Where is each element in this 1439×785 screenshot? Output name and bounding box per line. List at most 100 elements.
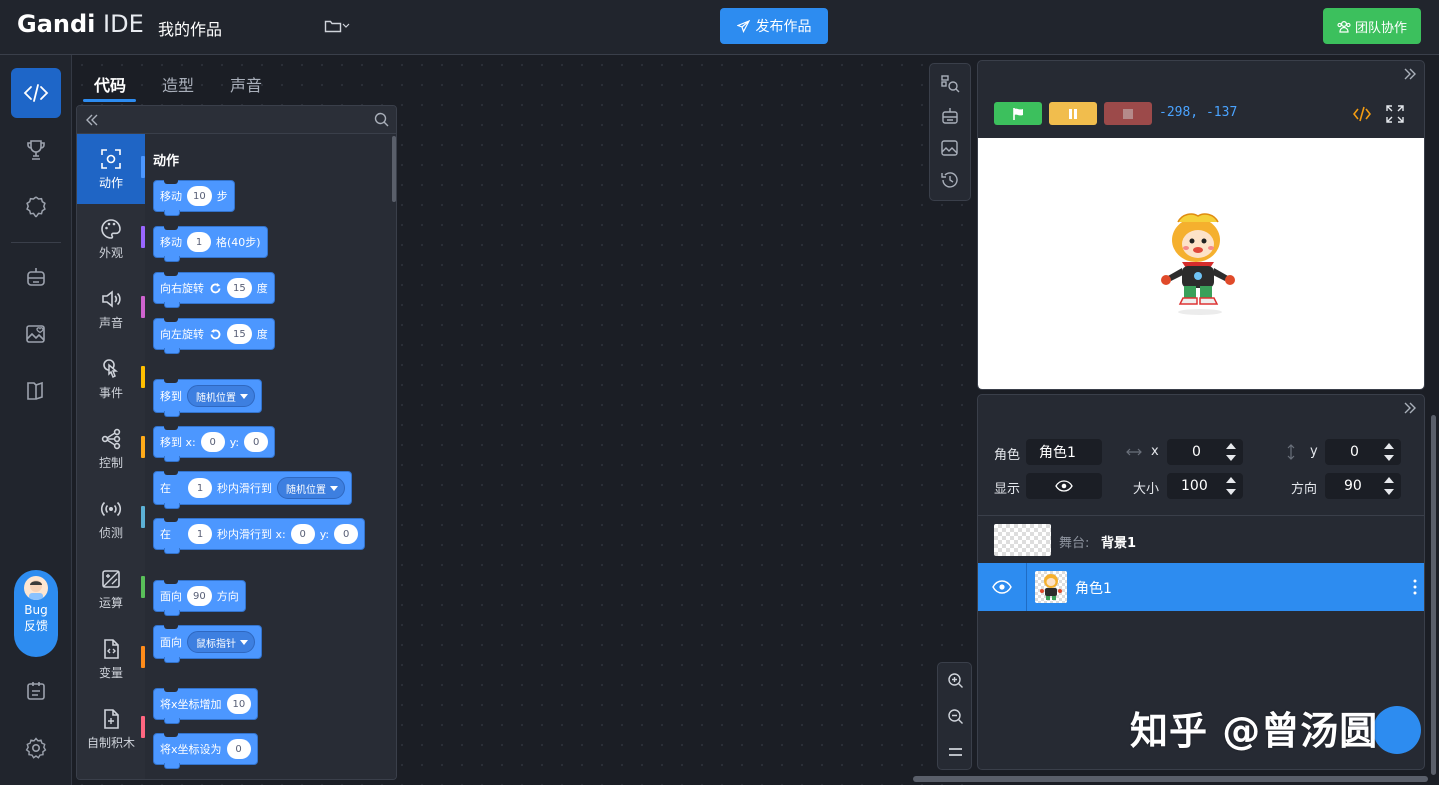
category-motion[interactable]: 动作 [77, 134, 145, 204]
collapse-left-icon[interactable] [85, 113, 99, 127]
visibility-toggle[interactable] [1026, 473, 1102, 499]
block-dropdown[interactable]: 随机位置 [277, 477, 345, 499]
block-glide-xy[interactable]: 在 1 秒内滑行到 x: 0 y: 0 [153, 518, 366, 554]
backdrop-name[interactable]: 背景1 [1101, 532, 1136, 551]
nav-badge[interactable] [11, 182, 61, 232]
block-goto-xy[interactable]: 移到 x: 0 y: 0 [153, 426, 276, 462]
collapse-right-icon[interactable] [1402, 67, 1418, 81]
stepper-icon[interactable] [1225, 477, 1237, 495]
fullscreen-icon[interactable] [1386, 105, 1404, 123]
green-flag-button[interactable] [994, 102, 1042, 125]
zoom-in-icon[interactable] [947, 672, 964, 689]
block-move-grid[interactable]: 移动 1 格(40步) [153, 226, 268, 262]
code-view-icon[interactable] [1353, 106, 1371, 122]
block-input[interactable]: 10 [187, 186, 212, 206]
more-vertical-icon[interactable] [1413, 579, 1417, 595]
block-input[interactable]: 15 [227, 324, 252, 344]
category-list: 动作 外观 声音 事件 控制 侦测 运算 变量 自制积木 [77, 134, 145, 779]
zoom-out-icon[interactable] [947, 708, 964, 725]
bug-feedback-button[interactable]: Bug 反馈 [14, 570, 58, 657]
block-input[interactable]: 90 [187, 586, 212, 606]
tab-sounds[interactable]: 声音 [230, 72, 262, 96]
category-events[interactable]: 事件 [77, 344, 145, 414]
motion-icon [101, 149, 121, 169]
image-heart-icon[interactable] [940, 138, 960, 158]
nav-trophy[interactable] [11, 125, 61, 175]
search-icon[interactable] [374, 112, 389, 127]
block-change-x[interactable]: 将x坐标增加 10 [153, 688, 259, 724]
stop-icon [1123, 108, 1133, 119]
nav-notes[interactable] [11, 666, 61, 716]
publish-button[interactable]: 发布作品 [720, 8, 828, 44]
nav-code[interactable] [11, 68, 61, 118]
category-sound[interactable]: 声音 [77, 274, 145, 344]
category-operators[interactable]: 运算 [77, 554, 145, 624]
nav-settings[interactable] [11, 723, 61, 773]
stepper-icon[interactable] [1383, 477, 1395, 495]
collapse-right-icon[interactable] [1402, 401, 1418, 415]
robot-icon[interactable] [940, 106, 960, 126]
rotate-right-icon [210, 282, 221, 293]
block-dropdown[interactable]: 鼠标指针 [187, 631, 255, 653]
vertical-scrollbar[interactable] [1431, 415, 1436, 775]
sprite-list-item[interactable]: 角色1 [978, 563, 1424, 611]
block-set-x[interactable]: 将x坐标设为 0 [153, 733, 258, 769]
category-my-blocks[interactable]: 自制积木 [77, 694, 145, 764]
palette-scrollbar[interactable] [392, 136, 396, 202]
backdrop-thumbnail[interactable] [994, 524, 1051, 556]
block-turn-right[interactable]: 向右旋转 15 度 [153, 272, 275, 308]
project-title[interactable]: 我的作品 [158, 16, 222, 40]
block-glide[interactable]: 在 1 秒内滑行到 随机位置 [153, 471, 352, 509]
block-goto[interactable]: 移到 随机位置 [153, 379, 262, 417]
x-input[interactable]: 0 [1167, 439, 1243, 465]
monkey-sprite[interactable] [1156, 208, 1242, 318]
category-variables[interactable]: 变量 [77, 624, 145, 694]
stepper-icon[interactable] [1383, 443, 1395, 461]
block-input[interactable]: 1 [188, 478, 212, 498]
stepper-icon[interactable] [1225, 443, 1237, 461]
block-turn-left[interactable]: 向左旋转 15 度 [153, 318, 275, 354]
team-collab-button[interactable]: 团队协作 [1323, 8, 1421, 44]
block-input[interactable]: 15 [227, 278, 252, 298]
watermark: 知乎 @曾汤圆 [1130, 709, 1379, 753]
block-input[interactable]: 0 [244, 432, 269, 452]
history-icon[interactable] [940, 170, 960, 190]
block-point-towards[interactable]: 面向 鼠标指针 [153, 625, 262, 663]
tab-code[interactable]: 代码 [94, 72, 126, 96]
sprite-thumbnail[interactable] [1035, 571, 1067, 603]
block-input[interactable]: 0 [290, 524, 315, 544]
block-dropdown[interactable]: 随机位置 [187, 385, 255, 407]
category-sensing[interactable]: 侦测 [77, 484, 145, 554]
workspace-tools [929, 63, 971, 201]
block-input[interactable]: 1 [187, 232, 211, 252]
block-input[interactable]: 0 [334, 524, 359, 544]
zoom-reset-icon[interactable] [948, 746, 963, 758]
nav-image[interactable] [11, 309, 61, 359]
block-input[interactable]: 10 [226, 694, 252, 714]
horizontal-scrollbar[interactable] [913, 776, 1428, 782]
sprite-name-input[interactable]: 角色1 [1026, 439, 1102, 465]
direction-input[interactable]: 90 [1325, 473, 1401, 499]
size-input[interactable]: 100 [1167, 473, 1243, 499]
add-sprite-button[interactable] [1373, 706, 1421, 754]
block-move-steps[interactable]: 移动 10 步 [153, 180, 235, 216]
category-looks[interactable]: 外观 [77, 204, 145, 274]
block-input[interactable]: 1 [188, 524, 212, 544]
folder-menu-button[interactable] [324, 16, 354, 36]
pause-button[interactable] [1049, 102, 1097, 125]
category-control[interactable]: 控制 [77, 414, 145, 484]
y-label: y [1310, 444, 1318, 459]
stage-panel: -298, -137 [977, 60, 1425, 390]
find-block-icon[interactable] [940, 74, 960, 94]
eye-icon[interactable] [992, 580, 1012, 594]
y-input[interactable]: 0 [1325, 439, 1401, 465]
block-input[interactable]: 0 [200, 432, 225, 452]
nav-robot[interactable] [11, 252, 61, 302]
block-point-direction[interactable]: 面向 90 方向 [153, 580, 246, 616]
stop-button[interactable] [1104, 102, 1152, 125]
nav-book[interactable] [11, 366, 61, 416]
stage-canvas[interactable] [978, 138, 1424, 389]
tab-costumes[interactable]: 造型 [162, 72, 194, 96]
block-input[interactable]: 0 [226, 739, 251, 759]
app-logo[interactable]: Gandi IDE [17, 10, 144, 38]
